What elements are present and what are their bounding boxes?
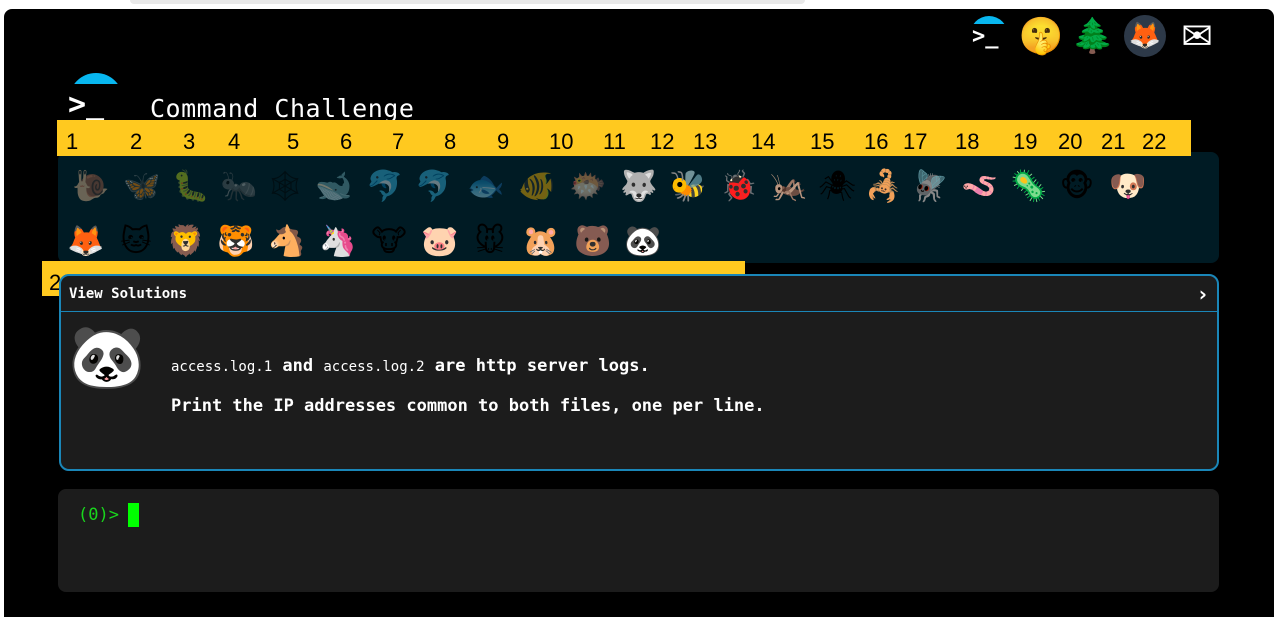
number-strip-1: 1 2 3 4 5 6 7 8 9 10 11 12 13 14 15 16 17 18 19 20 21 22 [57,120,1191,156]
challenge-animal-icon[interactable]: 🐮 [368,221,410,263]
challenge-number: 9 [497,129,510,154]
header-icons: >_ 🤫 🌲 🦊 ✉ [968,14,1218,58]
challenge-animal-icon[interactable]: 🐜 [218,166,260,208]
challenge-animal-icon[interactable]: 🐶 [1107,166,1149,208]
and-text: and [282,356,314,376]
description-line-1: access.log.1 and access.log.2 are http s… [171,356,765,376]
challenge-animal-icon[interactable]: 🦊 [65,221,107,263]
challenge-animal-icon[interactable]: 🐛 [170,166,212,208]
challenge-animal-icon[interactable]: 🐬 [413,166,455,208]
chevron-right-icon[interactable]: › [1199,282,1207,306]
challenge-animal-icon[interactable]: 🐱 [115,221,157,263]
gitlab-icon[interactable]: 🦊 [1124,15,1166,57]
description-rest: are http server logs. [434,356,650,376]
challenge-animal-grid: 🐌 🦋 🐛 🐜 🕸 🐋 🐬 🐬 🐟 🐠 🐡 🐺 🐝 🐞 🦗 🕷 🦂 🪰 🪱 🦠 🐵 🐶 🦊 🐱 🦁 🐯 🐴 🦄 🐮 🐷 🐭 🐹 🐻 🐼 [58,152,1219,263]
terminal-glyph: >_ [972,24,999,49]
challenge-animal-icon[interactable]: 🐭 [469,221,511,263]
terminal[interactable]: (0)> [58,489,1219,592]
challenge-number: 13 [693,129,718,154]
challenge-animal-icon[interactable]: 🐡 [567,166,609,208]
challenge-animal-icon[interactable]: 🐋 [313,166,355,208]
challenge-animal-icon[interactable]: 🦂 [863,166,905,208]
challenge-animal-icon[interactable]: 🐵 [1056,166,1098,208]
challenge-animal-icon[interactable]: 🐟 [465,166,507,208]
challenge-number: 8 [444,129,457,154]
challenge-header: View Solutions › [61,276,1217,312]
browser-edge [130,0,805,4]
challenge-animal-icon[interactable]: 🐠 [516,166,558,208]
terminal-prompt: (0)> [78,505,119,525]
challenge-number: 2 [130,129,143,154]
challenge-box: View Solutions › 🐼 access.log.1 and acce… [59,274,1219,471]
app-window: >_ 🤫 🌲 🦊 ✉ >_ Command Challenge 🐌 🦋 🐛 🐜 🕸 🐋 🐬 🐬… [4,9,1274,617]
challenge-number: 17 [903,129,928,154]
terminal-cursor[interactable] [128,503,139,527]
challenge-animal-icon[interactable]: 🐴 [266,221,308,263]
challenge-number: 11 [603,129,626,154]
challenge-number: 4 [228,129,241,154]
challenge-number: 14 [751,129,776,154]
challenge-number: 6 [340,129,353,154]
challenge-number: 22 [1142,129,1167,154]
challenge-animal-icon[interactable]: 🪰 [909,166,951,208]
terminal-icon[interactable]: >_ [968,15,1010,57]
challenge-animal-icon[interactable]: 🦠 [1008,166,1050,208]
challenge-number: 21 [1101,129,1126,154]
challenge-animal-icon[interactable]: 🐹 [520,221,562,263]
challenge-number: 7 [392,129,405,154]
challenge-animal-icon[interactable]: 🐝 [667,166,709,208]
file-name-1: access.log.1 [171,359,273,375]
challenge-animal-icon[interactable]: 🕸 [264,166,306,208]
challenge-number: 12 [650,129,675,154]
page-title: Command Challenge [150,94,415,123]
challenge-animal-icon[interactable]: 🐺 [618,166,660,208]
challenge-number: 18 [955,129,980,154]
view-solutions-link[interactable]: View Solutions [69,286,187,302]
tree-icon[interactable]: 🌲 [1072,15,1114,57]
challenge-number: 16 [864,129,889,154]
challenge-number: 15 [810,129,835,154]
challenge-number: 5 [287,129,300,154]
challenge-animal-icon[interactable]: 🕷 [816,166,858,208]
shush-face-icon[interactable]: 🤫 [1019,15,1064,57]
challenge-number: 20 [1058,129,1083,154]
description-line-2: Print the IP addresses common to both fi… [171,396,765,416]
challenge-description: access.log.1 and access.log.2 are http s… [171,356,765,416]
gitlab-logo: 🦊 [1124,15,1166,57]
challenge-animal-icon[interactable]: 🦄 [317,221,359,263]
challenge-animal-icon[interactable]: 🐞 [718,166,760,208]
challenge-animal-icon[interactable]: 🐌 [70,166,112,208]
challenge-animal-icon[interactable]: 🦋 [121,166,163,208]
logo-glyph: >_ [68,87,105,122]
challenge-animal-icon[interactable]: 🐷 [419,221,461,263]
challenge-number: 19 [1013,129,1038,154]
challenge-animal-icon[interactable]: 🐼 [622,221,664,263]
challenge-animal-icon[interactable]: 🐬 [364,166,406,208]
challenge-number: 1 [66,129,79,154]
challenge-number: 3 [183,129,196,154]
challenge-number: 10 [549,129,574,154]
mail-icon[interactable]: ✉ [1176,14,1218,58]
challenge-animal-icon[interactable]: 🐯 [215,221,257,263]
file-name-2: access.log.2 [323,359,425,375]
challenge-animal-icon[interactable]: 🦗 [768,166,810,208]
challenge-animal-icon[interactable]: 🪱 [959,166,1001,208]
challenge-animal-icon[interactable]: 🐻 [572,221,614,263]
challenge-animal-icon[interactable]: 🦁 [165,221,207,263]
panda-icon: 🐼 [68,320,146,393]
